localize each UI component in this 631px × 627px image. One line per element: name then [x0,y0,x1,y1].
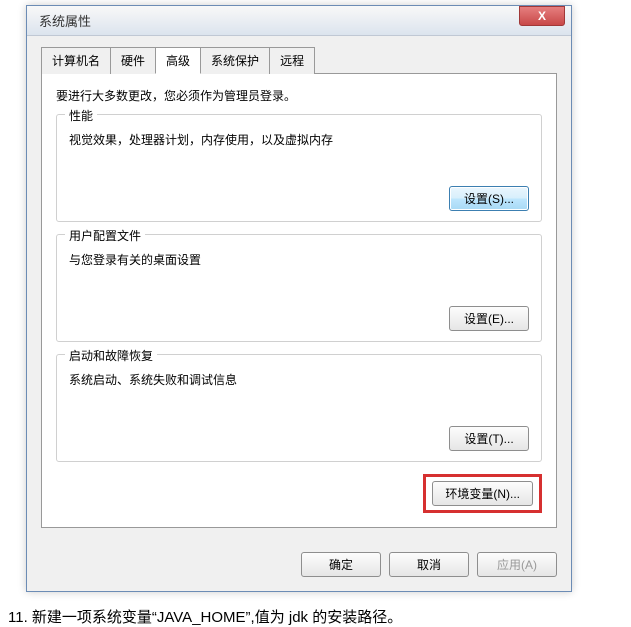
instruction-caption: 11. 新建一项系统变量“JAVA_HOME”,值为 jdk 的安装路径。 [8,606,631,627]
startup-recovery-group: 启动和故障恢复 系统启动、系统失败和调试信息 设置(T)... [56,354,542,462]
performance-title: 性能 [65,107,97,124]
intro-text: 要进行大多数更改，您必须作为管理员登录。 [56,87,542,104]
tab-advanced[interactable]: 高级 [155,47,201,74]
apply-button[interactable]: 应用(A) [477,552,557,577]
close-button[interactable]: X [519,6,565,26]
window-title: 系统属性 [39,11,91,30]
performance-group: 性能 视觉效果，处理器计划，内存使用，以及虚拟内存 设置(S)... [56,114,542,222]
env-row: 环境变量(N)... [56,474,542,513]
environment-variables-button[interactable]: 环境变量(N)... [432,481,533,506]
user-profile-desc: 与您登录有关的桌面设置 [69,251,529,268]
tab-computer-name[interactable]: 计算机名 [41,47,111,74]
tab-system-protection[interactable]: 系统保护 [200,47,270,74]
startup-recovery-desc: 系统启动、系统失败和调试信息 [69,371,529,388]
user-profile-group: 用户配置文件 与您登录有关的桌面设置 设置(E)... [56,234,542,342]
user-profile-settings-button[interactable]: 设置(E)... [449,306,529,331]
system-properties-window: 系统属性 X 计算机名 硬件 高级 系统保护 远程 要进行大多数更改，您必须作为… [26,5,572,592]
tab-hardware[interactable]: 硬件 [110,47,156,74]
ok-button[interactable]: 确定 [301,552,381,577]
performance-desc: 视觉效果，处理器计划，内存使用，以及虚拟内存 [69,131,529,148]
cancel-button[interactable]: 取消 [389,552,469,577]
content-area: 计算机名 硬件 高级 系统保护 远程 要进行大多数更改，您必须作为管理员登录。 … [27,36,571,542]
tab-strip: 计算机名 硬件 高级 系统保护 远程 [41,46,557,74]
advanced-panel: 要进行大多数更改，您必须作为管理员登录。 性能 视觉效果，处理器计划，内存使用，… [41,73,557,528]
titlebar: 系统属性 X [27,6,571,36]
performance-settings-button[interactable]: 设置(S)... [449,186,529,211]
user-profile-title: 用户配置文件 [65,227,145,244]
close-icon: X [538,9,546,23]
startup-recovery-settings-button[interactable]: 设置(T)... [449,426,529,451]
env-highlight-box: 环境变量(N)... [423,474,542,513]
startup-recovery-title: 启动和故障恢复 [65,347,157,364]
tab-remote[interactable]: 远程 [269,47,315,74]
dialog-buttons: 确定 取消 应用(A) [27,542,571,591]
